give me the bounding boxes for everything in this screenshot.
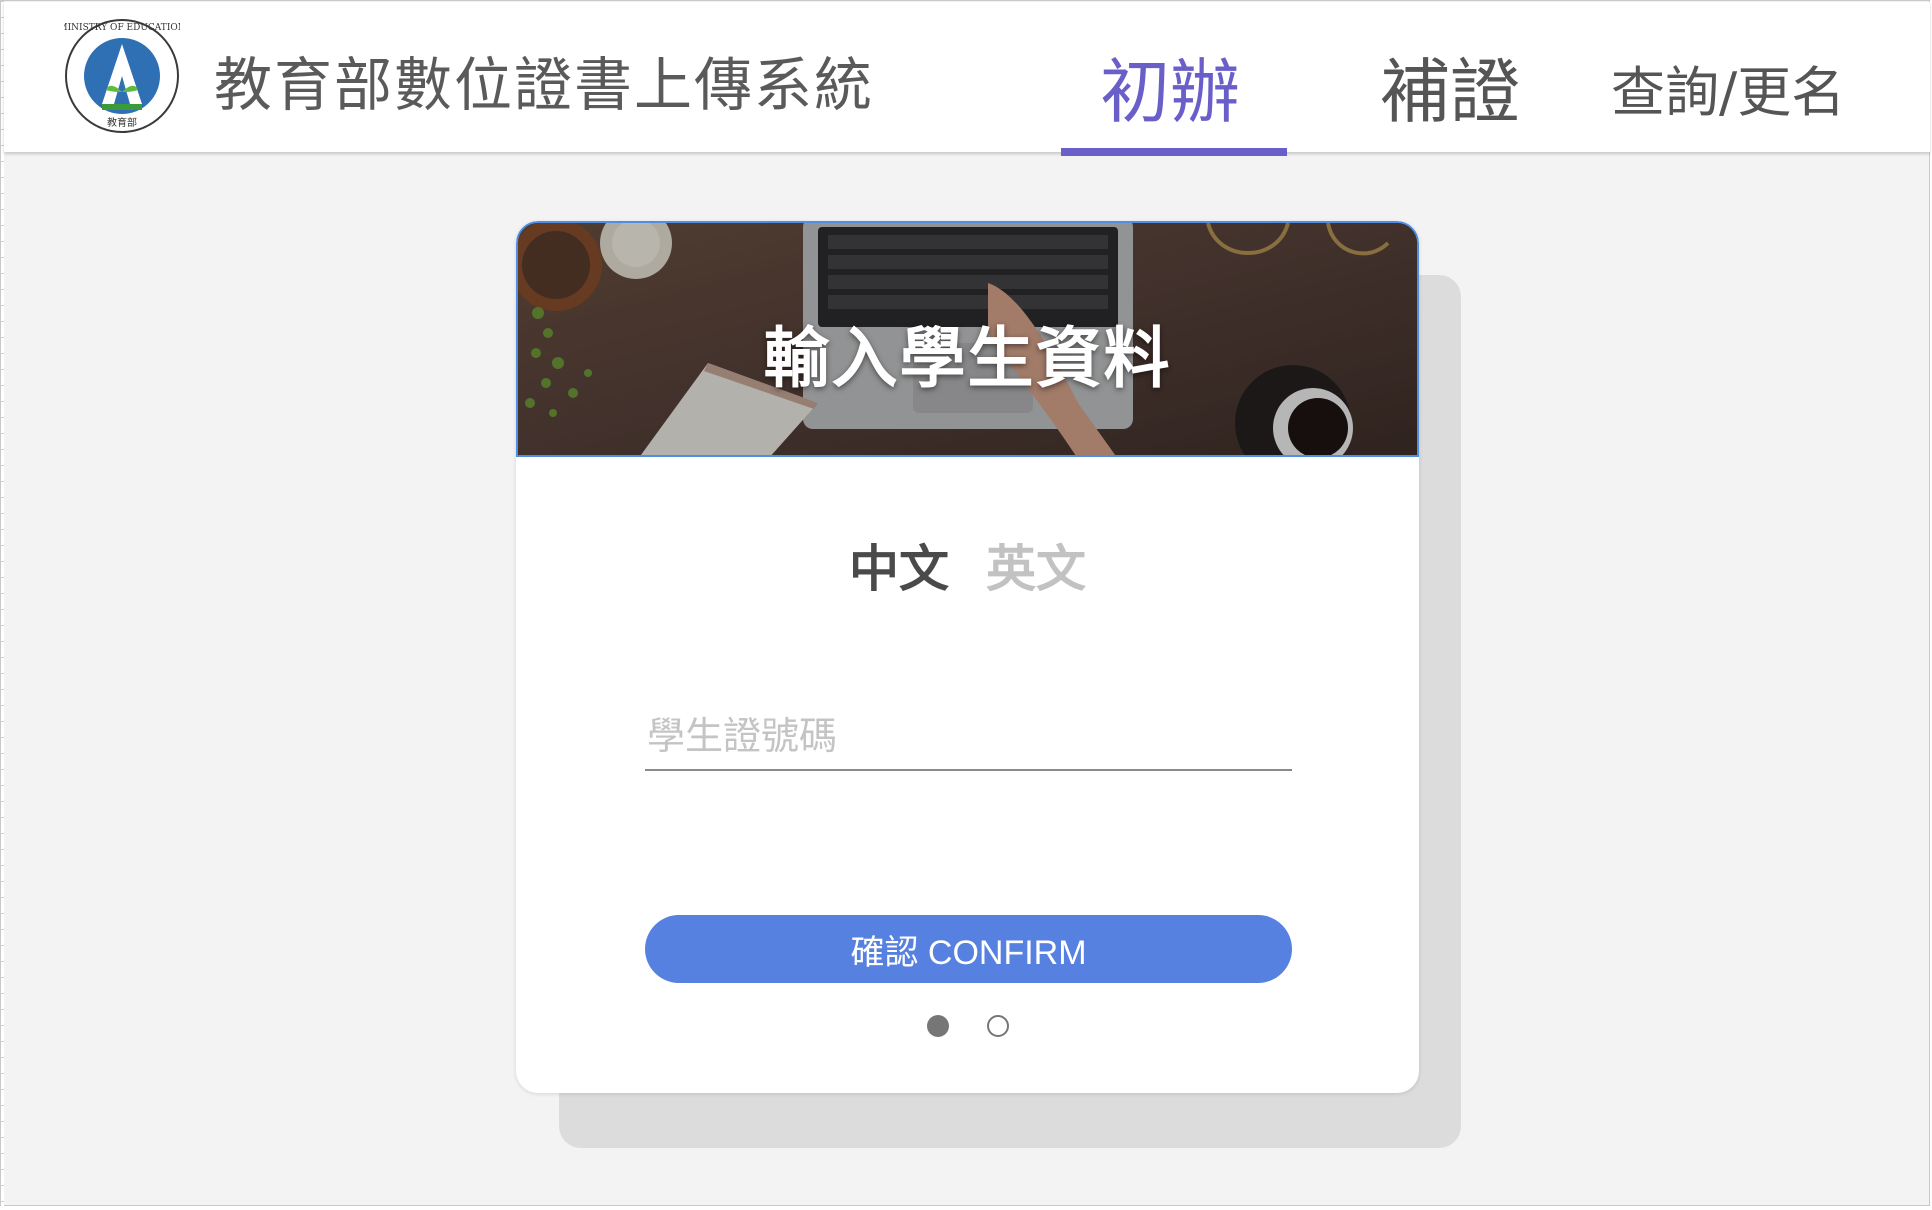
tab-english[interactable]: 英文 — [986, 529, 1086, 601]
tab-reissue[interactable]: 補證 — [1380, 36, 1520, 137]
banner-title: 輸入學生資料 — [763, 320, 1172, 397]
app-frame: MINISTRY OF EDUCATION 教育部 教育部數位證書上傳系統 初辦… — [0, 0, 1930, 1207]
left-ruler — [1, 1, 4, 1207]
active-tab-indicator — [1061, 148, 1287, 156]
logo-text: MINISTRY OF EDUCATION — [64, 23, 180, 33]
student-id-input[interactable] — [645, 711, 1292, 771]
pager-dots — [516, 1015, 1419, 1045]
banner-image: 輸入學生資料 — [516, 221, 1419, 457]
pager-dot-2[interactable] — [987, 1015, 1009, 1037]
confirm-button[interactable]: 確認 CONFIRM — [645, 915, 1292, 983]
header-bar: MINISTRY OF EDUCATION 教育部 教育部數位證書上傳系統 初辦… — [4, 2, 1930, 156]
site-title: 教育部數位證書上傳系統 — [214, 51, 875, 119]
tab-query-rename[interactable]: 查詢/更名 — [1611, 48, 1845, 127]
pager-dot-1-active[interactable] — [927, 1015, 949, 1037]
tab-initial[interactable]: 初辦 — [1100, 36, 1240, 137]
ministry-logo[interactable]: MINISTRY OF EDUCATION 教育部 — [64, 18, 180, 134]
tab-chinese[interactable]: 中文 — [849, 529, 949, 601]
svg-text:教育部: 教育部 — [107, 116, 137, 129]
language-tabs: 中文 英文 — [516, 529, 1419, 601]
student-input-card: 輸入學生資料 中文 英文 確認 CONFIRM — [516, 221, 1419, 1093]
